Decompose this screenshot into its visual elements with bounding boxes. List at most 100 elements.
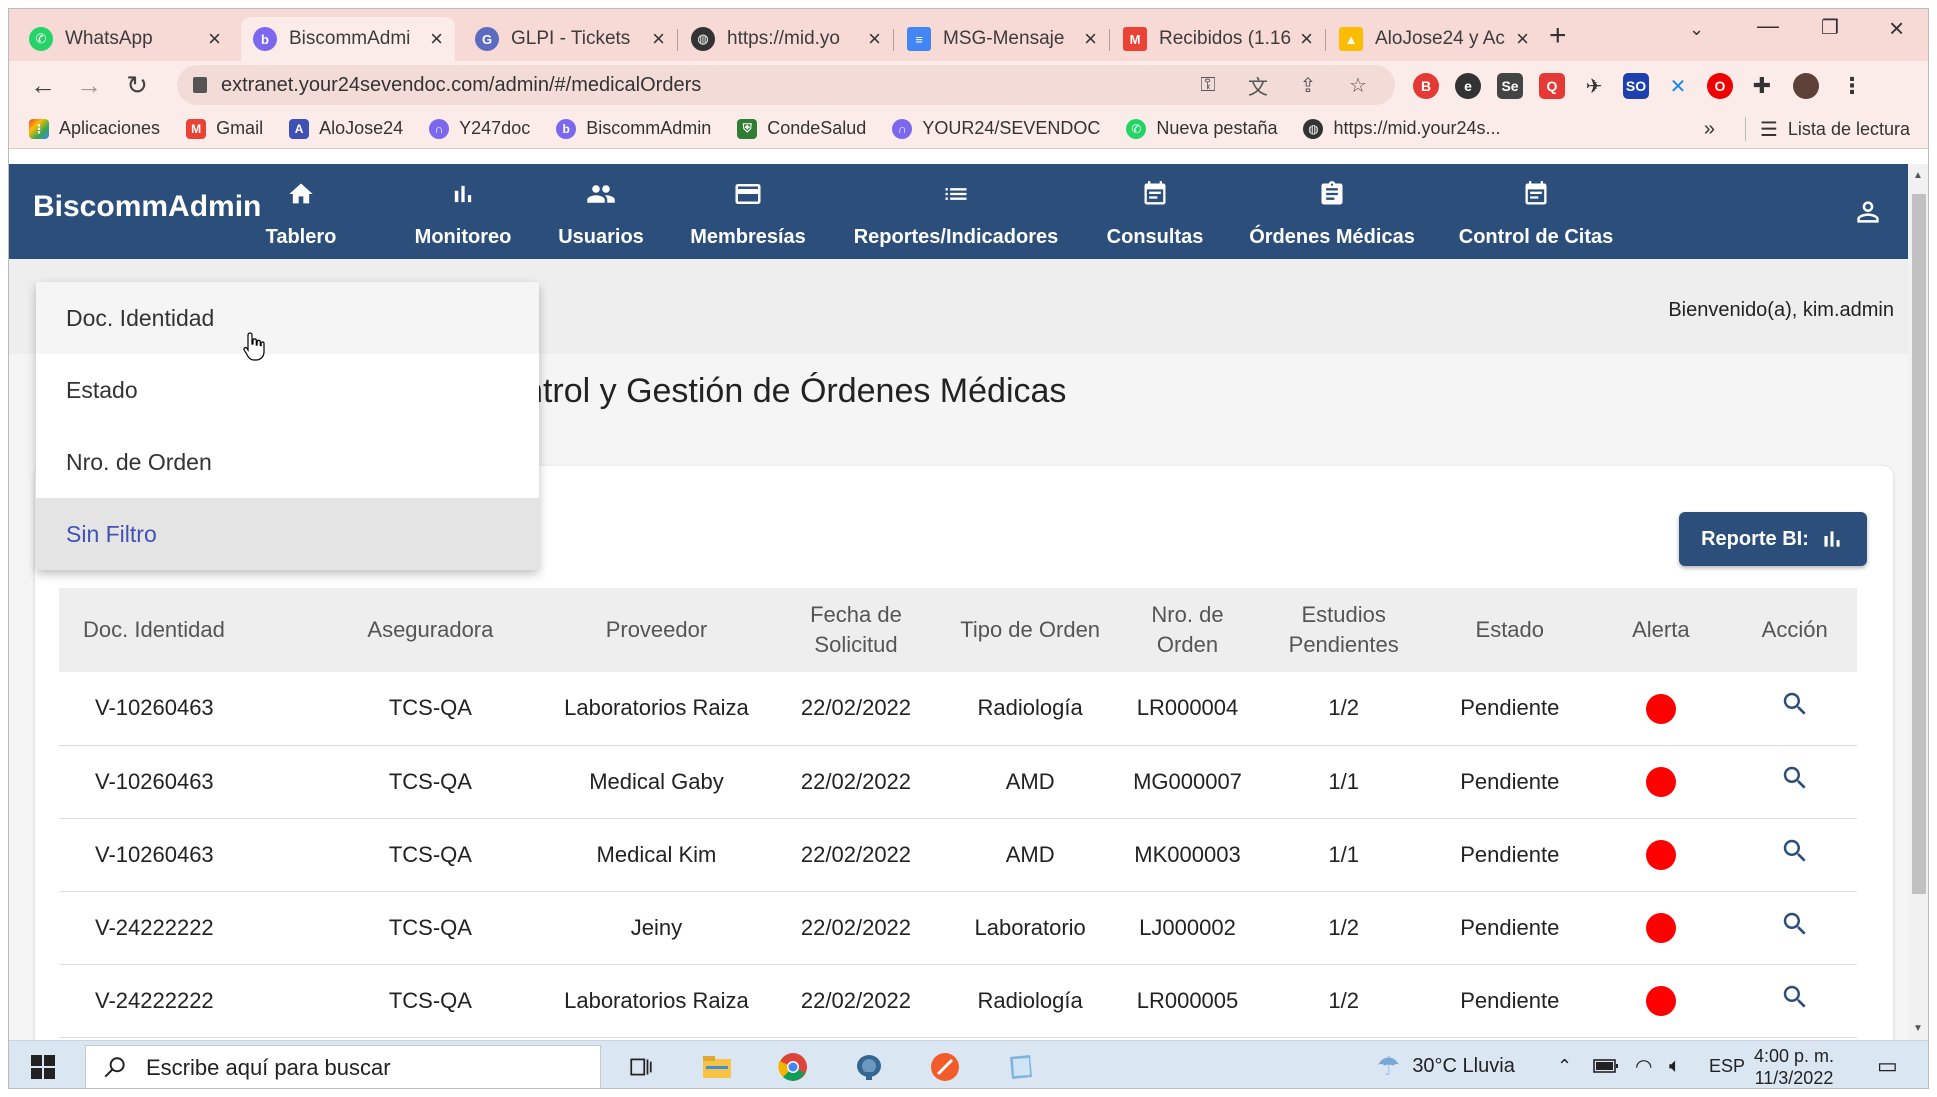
reading-list-button[interactable]: Lista de lectura	[1788, 119, 1910, 140]
bookmark-biscommadmin[interactable]: b BiscommAdmin	[556, 118, 711, 139]
volume-icon[interactable]: 🔈︎	[1669, 1041, 1681, 1088]
tab-msg[interactable]: ≡ MSG-Mensaje ×	[895, 17, 1109, 61]
windows-start-icon[interactable]	[31, 1055, 55, 1079]
wifi-icon[interactable]: ◠	[1635, 1041, 1652, 1088]
close-icon[interactable]: ×	[652, 26, 665, 52]
close-icon[interactable]: ×	[208, 26, 221, 52]
extension-icon[interactable]: ✈	[1581, 73, 1607, 99]
extension-icon[interactable]: ✕	[1665, 73, 1691, 99]
close-icon[interactable]: ×	[1516, 26, 1529, 52]
more-menu-icon[interactable]: ⋮	[1839, 73, 1865, 99]
filter-option-doc-identidad[interactable]: Doc. Identidad	[36, 282, 539, 354]
report-bi-button[interactable]: Reporte BI:	[1679, 512, 1867, 566]
nav-reportes[interactable]: Reportes/Indicadores	[845, 164, 1067, 259]
nav-control-citas[interactable]: Control de Citas	[1457, 164, 1615, 259]
tab-glpi[interactable]: G GLPI - Tickets ×	[463, 17, 677, 61]
nav-ordenes-medicas[interactable]: Órdenes Médicas	[1247, 164, 1417, 259]
extension-icon[interactable]: O	[1707, 73, 1733, 99]
bookmark-nueva-pestana[interactable]: ✆ Nueva pestaña	[1126, 118, 1277, 139]
restore-button[interactable]: ❐	[1821, 15, 1839, 40]
column-header[interactable]: Nro. de Orden	[1117, 588, 1258, 672]
filter-option-nro-orden[interactable]: Nro. de Orden	[36, 426, 539, 498]
close-icon[interactable]: ×	[1084, 26, 1097, 52]
forward-button[interactable]: →	[73, 69, 105, 101]
bookmark-mid[interactable]: ◍ https://mid.your24s...	[1303, 118, 1501, 139]
tab-whatsapp[interactable]: ✆ WhatsApp ×	[17, 17, 233, 61]
app-icon[interactable]	[923, 1047, 967, 1087]
bookmark-alojose24[interactable]: A AloJose24	[289, 118, 403, 139]
column-header[interactable]: Tipo de Orden	[942, 588, 1118, 672]
avatar[interactable]	[1793, 73, 1819, 99]
user-account-icon[interactable]	[1852, 196, 1884, 228]
nav-consultas[interactable]: Consultas	[1101, 164, 1209, 259]
column-header[interactable]: Aseguradora	[317, 588, 544, 672]
new-tab-button[interactable]: +	[1549, 19, 1567, 53]
column-header[interactable]: Fecha de Solicitud	[769, 588, 943, 672]
column-header[interactable]: Proveedor	[543, 588, 770, 672]
taskbar-clock[interactable]: 4:00 p. m. 11/3/2022	[1754, 1045, 1834, 1088]
tab-search-icon[interactable]: ⌄	[1689, 19, 1704, 40]
nav-usuarios[interactable]: Usuarios	[543, 164, 659, 259]
share-icon[interactable]: ⇪	[1295, 72, 1321, 98]
address-bar[interactable]: extranet.your24sevendoc.com/admin/#/medi…	[177, 65, 1395, 105]
battery-icon[interactable]	[1593, 1041, 1619, 1088]
extension-icon[interactable]: e	[1455, 73, 1481, 99]
translate-icon[interactable]: 文	[1245, 72, 1271, 99]
bookmark-gmail[interactable]: M Gmail	[186, 118, 263, 139]
key-icon[interactable]: ⚿	[1195, 72, 1221, 98]
search-icon[interactable]	[1780, 909, 1810, 939]
bookmarks-more-button[interactable]: »	[1704, 118, 1715, 141]
file-explorer-icon[interactable]	[695, 1047, 739, 1087]
close-icon[interactable]: ×	[1300, 26, 1313, 52]
page-scrollbar[interactable]: ▲ ▼	[1908, 164, 1928, 1040]
close-icon[interactable]: ×	[868, 26, 881, 52]
bookmark-aplicaciones[interactable]: ⋮ Aplicaciones	[29, 118, 160, 139]
language-indicator[interactable]: ESP	[1709, 1041, 1745, 1088]
puzzle-icon[interactable]: ✚	[1749, 73, 1775, 99]
credit-card-icon	[732, 178, 764, 210]
notifications-icon[interactable]: ▭	[1877, 1041, 1898, 1088]
close-icon[interactable]: ×	[430, 26, 443, 52]
tray-overflow-icon[interactable]: ⌃	[1557, 1041, 1572, 1088]
taskbar-search-input[interactable]: Escribe aquí para buscar	[85, 1045, 601, 1088]
calendar-icon	[1139, 178, 1171, 210]
extension-icon[interactable]: Se	[1497, 73, 1523, 99]
brand-logo[interactable]: BiscommAdmin	[33, 190, 261, 224]
nav-tablero[interactable]: Tablero	[251, 164, 351, 259]
alert-dot-icon	[1645, 913, 1676, 944]
scrollbar-thumb[interactable]	[1912, 194, 1926, 894]
nav-membresias[interactable]: Membresías	[685, 164, 811, 259]
bookmark-your24[interactable]: ∩ YOUR24/SEVENDOC	[892, 118, 1100, 139]
column-header[interactable]: Doc. Identidad	[59, 588, 318, 672]
tab-mid[interactable]: ◍ https://mid.yo ×	[679, 17, 893, 61]
tab-gmail[interactable]: M Recibidos (1.16 ×	[1111, 17, 1325, 61]
close-window-button[interactable]: ×	[1889, 13, 1904, 44]
search-icon[interactable]	[1780, 763, 1810, 793]
search-icon[interactable]	[1780, 982, 1810, 1012]
scroll-up-icon[interactable]: ▲	[1913, 170, 1923, 181]
reload-button[interactable]: ↻	[121, 69, 153, 101]
chrome-icon[interactable]	[771, 1047, 815, 1087]
bookmark-condesalud[interactable]: ⛨ CondeSalud	[737, 118, 866, 139]
extension-icon[interactable]: B	[1413, 73, 1439, 99]
notes-app-icon[interactable]	[999, 1047, 1043, 1087]
weather-widget[interactable]: ☂ 30°C Lluvia	[1377, 1041, 1515, 1088]
filter-option-sin-filtro[interactable]: Sin Filtro	[36, 498, 539, 570]
filter-option-estado[interactable]: Estado	[36, 354, 539, 426]
pgadmin-icon[interactable]	[847, 1047, 891, 1087]
tab-drive[interactable]: ▲ AloJose24 y Ac ×	[1327, 17, 1541, 61]
tab-biscommadmin[interactable]: b BiscommAdmi ×	[241, 17, 455, 61]
search-icon[interactable]	[1780, 689, 1810, 719]
star-icon[interactable]: ☆	[1345, 72, 1371, 98]
search-icon[interactable]	[1780, 836, 1810, 866]
column-header[interactable]: Estudios Pendientes	[1257, 588, 1431, 672]
minimize-button[interactable]: —	[1757, 13, 1779, 39]
extension-icon[interactable]: SO	[1623, 73, 1649, 99]
back-button[interactable]: ←	[27, 69, 59, 101]
bookmark-y247doc[interactable]: ∩ Y247doc	[429, 118, 530, 139]
task-view-icon[interactable]	[619, 1047, 663, 1087]
nav-monitoreo[interactable]: Monitoreo	[407, 164, 519, 259]
column-header[interactable]: Estado	[1430, 588, 1590, 672]
extension-icon[interactable]: Q	[1539, 73, 1565, 99]
scroll-down-icon[interactable]: ▼	[1913, 1023, 1923, 1034]
